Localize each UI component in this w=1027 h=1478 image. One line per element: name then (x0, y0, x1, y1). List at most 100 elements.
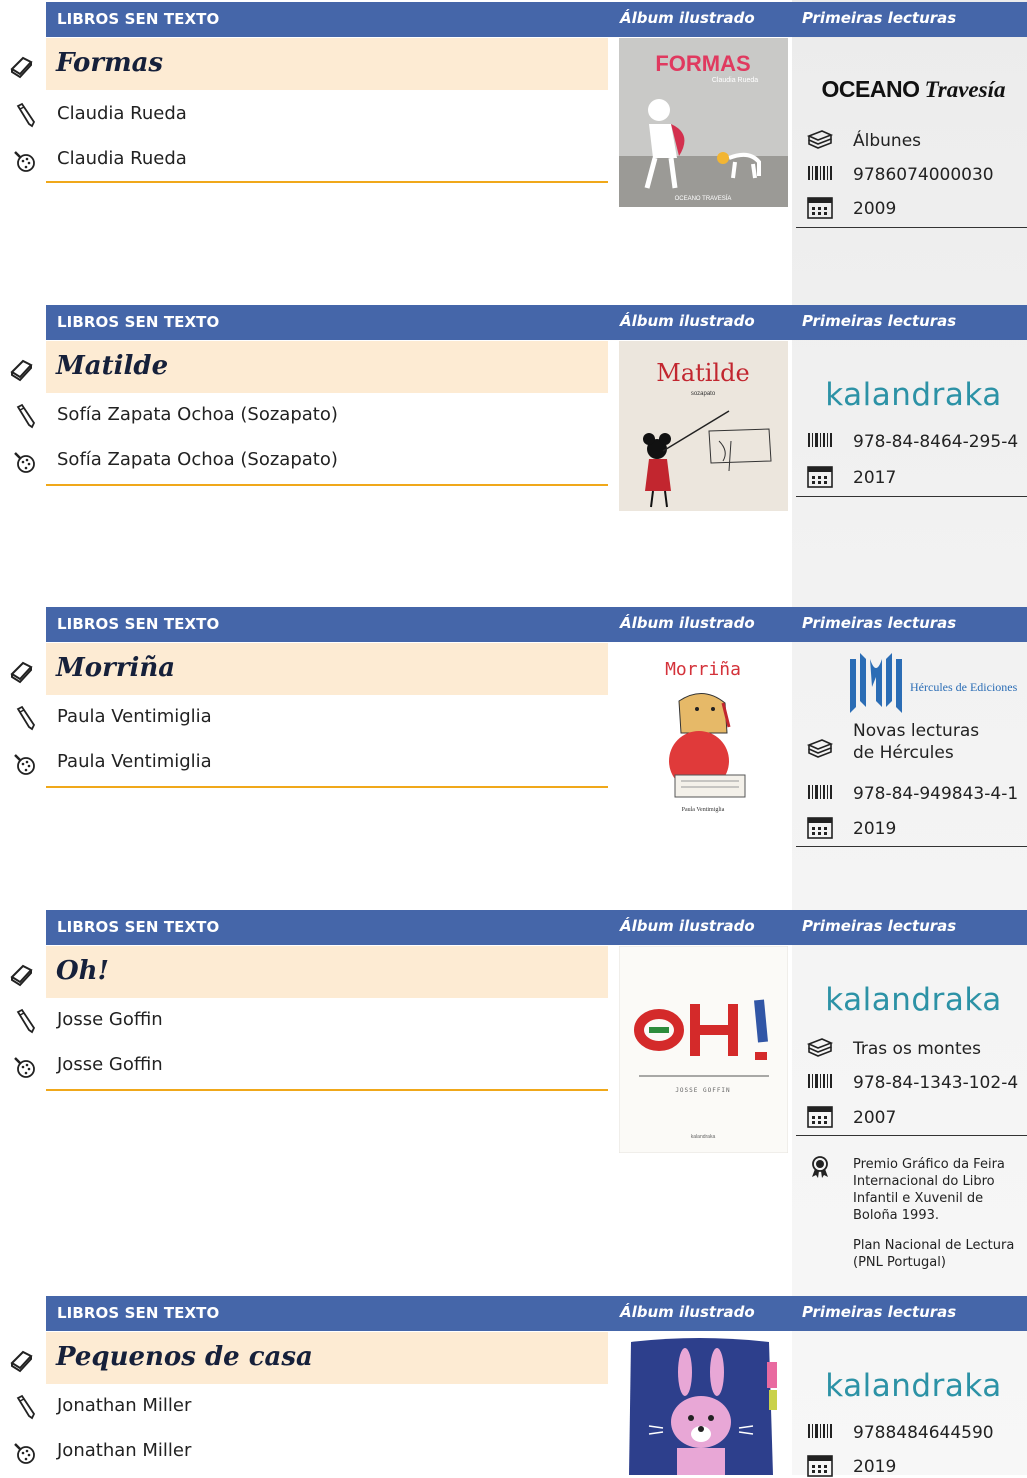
book-title: Matilde (56, 351, 169, 381)
entry-header-bar: LIBROS SEN TEXTO Álbum ilustrado Primeir… (46, 1296, 1027, 1331)
isbn-value: 978-84-949843-4-1 (853, 784, 1019, 804)
metadata-divider (796, 227, 1027, 228)
collection-name-line2: de Hércules (853, 743, 954, 763)
genre-label: Álbum ilustrado (620, 9, 755, 27)
book-icon (8, 356, 34, 382)
cover-footer: OCEANO TRAVESÍA (675, 195, 732, 202)
illustrator-name: Sofía Zapata Ochoa (Sozapato) (57, 449, 338, 470)
barcode-icon (806, 1070, 834, 1094)
book-title: Formas (56, 48, 164, 78)
title-bar: Pequenos de casa (46, 1332, 608, 1384)
award-medal-icon (806, 1155, 834, 1179)
title-bar: Oh! (46, 946, 608, 998)
palette-icon (10, 448, 36, 474)
category-label: LIBROS SEN TEXTO (57, 1304, 220, 1322)
entry-header-bar: LIBROS SEN TEXTO Álbum ilustrado Primeir… (46, 607, 1027, 642)
isbn-value: 9788484644590 (853, 1423, 994, 1443)
publisher-logo: kalandraka (800, 982, 1027, 1018)
cover-subtitle: sozapato (691, 391, 716, 397)
illustrator-name: Claudia Rueda (57, 148, 187, 169)
collection-name: Álbunes (853, 131, 922, 151)
book-icon (8, 53, 34, 79)
category-label: LIBROS SEN TEXTO (57, 615, 220, 633)
level-label: Primeiras lecturas (802, 614, 957, 632)
cover-subtitle: Paula Ventimiglia (682, 807, 725, 813)
author-name: Claudia Rueda (57, 103, 187, 124)
palette-icon (10, 147, 36, 173)
barcode-icon (806, 162, 834, 186)
entry-divider (46, 181, 608, 183)
genre-label: Álbum ilustrado (620, 917, 755, 935)
cover-footer: kalandraka (691, 1134, 716, 1140)
barcode-icon (806, 429, 834, 453)
book-cover-image: Morriña Paula Ventimiglia (619, 643, 788, 813)
isbn-value: 978-84-8464-295-4 (853, 432, 1019, 452)
genre-label: Álbum ilustrado (620, 614, 755, 632)
publisher-name: kalandraka (825, 1368, 1002, 1404)
level-label: Primeiras lecturas (802, 917, 957, 935)
publisher-logo: Hércules de Ediciones (800, 647, 1027, 717)
book-entry-pequenos-de-casa: LIBROS SEN TEXTO Álbum ilustrado Primeir… (0, 1296, 1027, 1478)
collection-name-line1: Novas lecturas (853, 721, 980, 741)
barcode-icon (806, 1420, 834, 1444)
pencil-icon (12, 1394, 38, 1420)
author-name: Sofía Zapata Ochoa (Sozapato) (57, 404, 338, 425)
book-icon (8, 961, 34, 987)
book-entry-formas: LIBROS SEN TEXTO Álbum ilustrado Primeir… (0, 2, 1027, 242)
publisher-logo: OCEANO Travesía (800, 76, 1027, 103)
calendar-icon (806, 1454, 834, 1478)
pencil-icon (12, 705, 38, 731)
genre-label: Álbum ilustrado (620, 1303, 755, 1321)
level-label: Primeiras lecturas (802, 312, 957, 330)
isbn-value: 978-84-1343-102-4 (853, 1073, 1019, 1093)
title-bar: Morriña (46, 643, 608, 695)
book-title: Oh! (56, 956, 109, 986)
illustrator-name: Paula Ventimiglia (57, 751, 212, 772)
genre-label: Álbum ilustrado (620, 312, 755, 330)
publisher-logo: kalandraka (800, 1368, 1027, 1404)
book-cover-image (619, 1332, 788, 1475)
metadata-divider (796, 1135, 1027, 1136)
publisher-name: Hércules de Ediciones (910, 680, 1018, 694)
cover-subtitle: JOSSE GOFFIN (675, 1087, 730, 1094)
books-stack-icon (806, 737, 834, 761)
calendar-icon (806, 196, 834, 220)
pencil-icon (12, 403, 38, 429)
book-cover-image: Matilde sozapato (619, 341, 788, 511)
book-entry-morrina: LIBROS SEN TEXTO Álbum ilustrado Primeir… (0, 607, 1027, 857)
publication-year: 2009 (853, 199, 897, 219)
calendar-icon (806, 465, 834, 489)
cover-title: Morriña (665, 659, 741, 680)
category-label: LIBROS SEN TEXTO (57, 10, 220, 28)
book-icon (8, 658, 34, 684)
book-cover-image: JOSSE GOFFIN kalandraka (619, 946, 788, 1153)
entry-divider (46, 786, 608, 788)
author-name: Paula Ventimiglia (57, 706, 212, 727)
publisher-name-secondary: Travesía (924, 77, 1006, 102)
entry-divider (46, 484, 608, 486)
author-name: Jonathan Miller (57, 1395, 192, 1416)
palette-icon (10, 750, 36, 776)
book-cover-image: FORMAS Claudia Rueda OCEANO TRAVESÍA (619, 38, 788, 207)
entry-header-bar: LIBROS SEN TEXTO Álbum ilustrado Primeir… (46, 305, 1027, 340)
book-entry-matilde: LIBROS SEN TEXTO Álbum ilustrado Primeir… (0, 305, 1027, 535)
metadata-divider (796, 496, 1027, 497)
collection-name: Tras os montes (853, 1039, 981, 1059)
publisher-logo: kalandraka (800, 377, 1027, 413)
entry-header-bar: LIBROS SEN TEXTO Álbum ilustrado Primeir… (46, 910, 1027, 945)
category-label: LIBROS SEN TEXTO (57, 313, 220, 331)
calendar-icon (806, 816, 834, 840)
title-bar: Formas (46, 38, 608, 90)
title-bar: Matilde (46, 341, 608, 393)
pencil-icon (12, 1008, 38, 1034)
illustrator-name: Jonathan Miller (57, 1440, 192, 1461)
books-stack-icon (806, 1036, 834, 1060)
barcode-icon (806, 781, 834, 805)
level-label: Primeiras lecturas (802, 1303, 957, 1321)
award-text-1: Premio Gráfico da Feira Internacional do… (853, 1157, 1005, 1223)
category-label: LIBROS SEN TEXTO (57, 918, 220, 936)
cover-subtitle: Claudia Rueda (712, 77, 758, 84)
publication-year: 2019 (853, 819, 897, 839)
publisher-name-primary: OCEANO (821, 76, 920, 102)
pencil-icon (12, 102, 38, 128)
